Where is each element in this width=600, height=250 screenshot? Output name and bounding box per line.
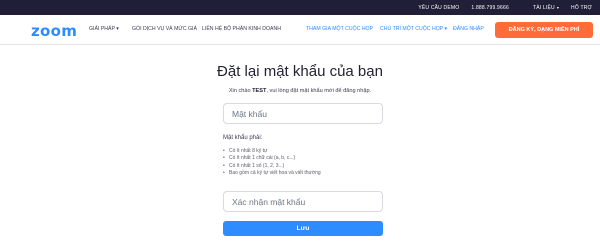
confirm-password-input[interactable]: Xác nhận mật khẩu [223,191,383,212]
nav-host-meeting[interactable]: CHỦ TRÌ MỘT CUỘC HỌP ▾ [380,26,447,32]
request-demo-link[interactable]: YÊU CẦU DEMO [418,5,459,11]
password-input[interactable]: Mật khẩu [223,103,383,124]
save-button[interactable]: Lưu [223,221,383,236]
requirement-text: Bao gồm cả ký tự viết hoa và viết thường [229,169,321,176]
support-link[interactable]: HỖ TRỢ [571,5,592,11]
list-item: • Bao gồm cả ký tự viết hoa và viết thườn… [223,170,321,177]
greeting-text: Xin chào TEST, vui lòng đặt mật khẩu mới… [0,88,600,94]
password-requirements-title: Mật khẩu phải: [223,135,263,141]
chevron-down-icon: ▾ [556,4,560,10]
zoom-logo[interactable]: zoom [31,22,77,40]
password-requirements-list: • Có ít nhất 8 ký tự • Có ít nhất 1 chữ cá… [223,148,321,177]
top-utility-bar: YÊU CẦU DEMO 1.888.799.9666 TÀI LIỆU ▾ HỖ… [0,0,600,15]
nav-join-meeting[interactable]: THAM GIA MỘT CUỘC HỌP [306,26,373,32]
main-nav: zoom GIẢI PHÁP ▾ GÓI DỊCH VỤ VÀ MỨC GIÁ … [0,15,600,45]
resources-menu[interactable]: TÀI LIỆU ▾ [521,5,559,11]
signup-free-button[interactable]: ĐĂNG KÝ, DẠNG MIỄN PHÍ [495,22,593,38]
nav-plans-pricing[interactable]: GÓI DỊCH VỤ VÀ MỨC GIÁ [132,26,197,32]
resources-label: TÀI LIỆU [532,4,555,11]
page-title: Đặt lại mật khẩu của bạn [217,63,383,80]
nav-solutions[interactable]: GIẢI PHÁP ▾ [89,26,119,32]
list-item: • Có ít nhất 8 ký tự [223,148,321,155]
requirement-text: Có ít nhất 1 số (1, 2, 3...) [229,162,285,169]
list-item: • Có ít nhất 1 chữ cái (a, b, c...) [223,155,321,162]
nav-sign-in[interactable]: ĐĂNG NHẬP [453,26,484,32]
list-item: • Có ít nhất 1 số (1, 2, 3...) [223,163,321,170]
requirement-text: Có ít nhất 1 chữ cái (a, b, c...) [229,155,296,162]
requirement-text: Có ít nhất 8 ký tự [229,148,268,154]
confirm-password-placeholder: Xác nhận mật khẩu [232,196,306,207]
greeting-suffix: , vui lòng đặt mật khẩu mới để đăng nhập… [266,88,372,94]
greeting-prefix: Xin chào [228,88,253,94]
password-placeholder: Mật khẩu [232,108,267,119]
nav-contact-sales[interactable]: LIÊN HỆ BỘ PHẬN KINH DOANH [202,26,281,32]
greeting-username: TEST [252,88,267,94]
phone-number[interactable]: 1.888.799.9666 [471,5,509,11]
